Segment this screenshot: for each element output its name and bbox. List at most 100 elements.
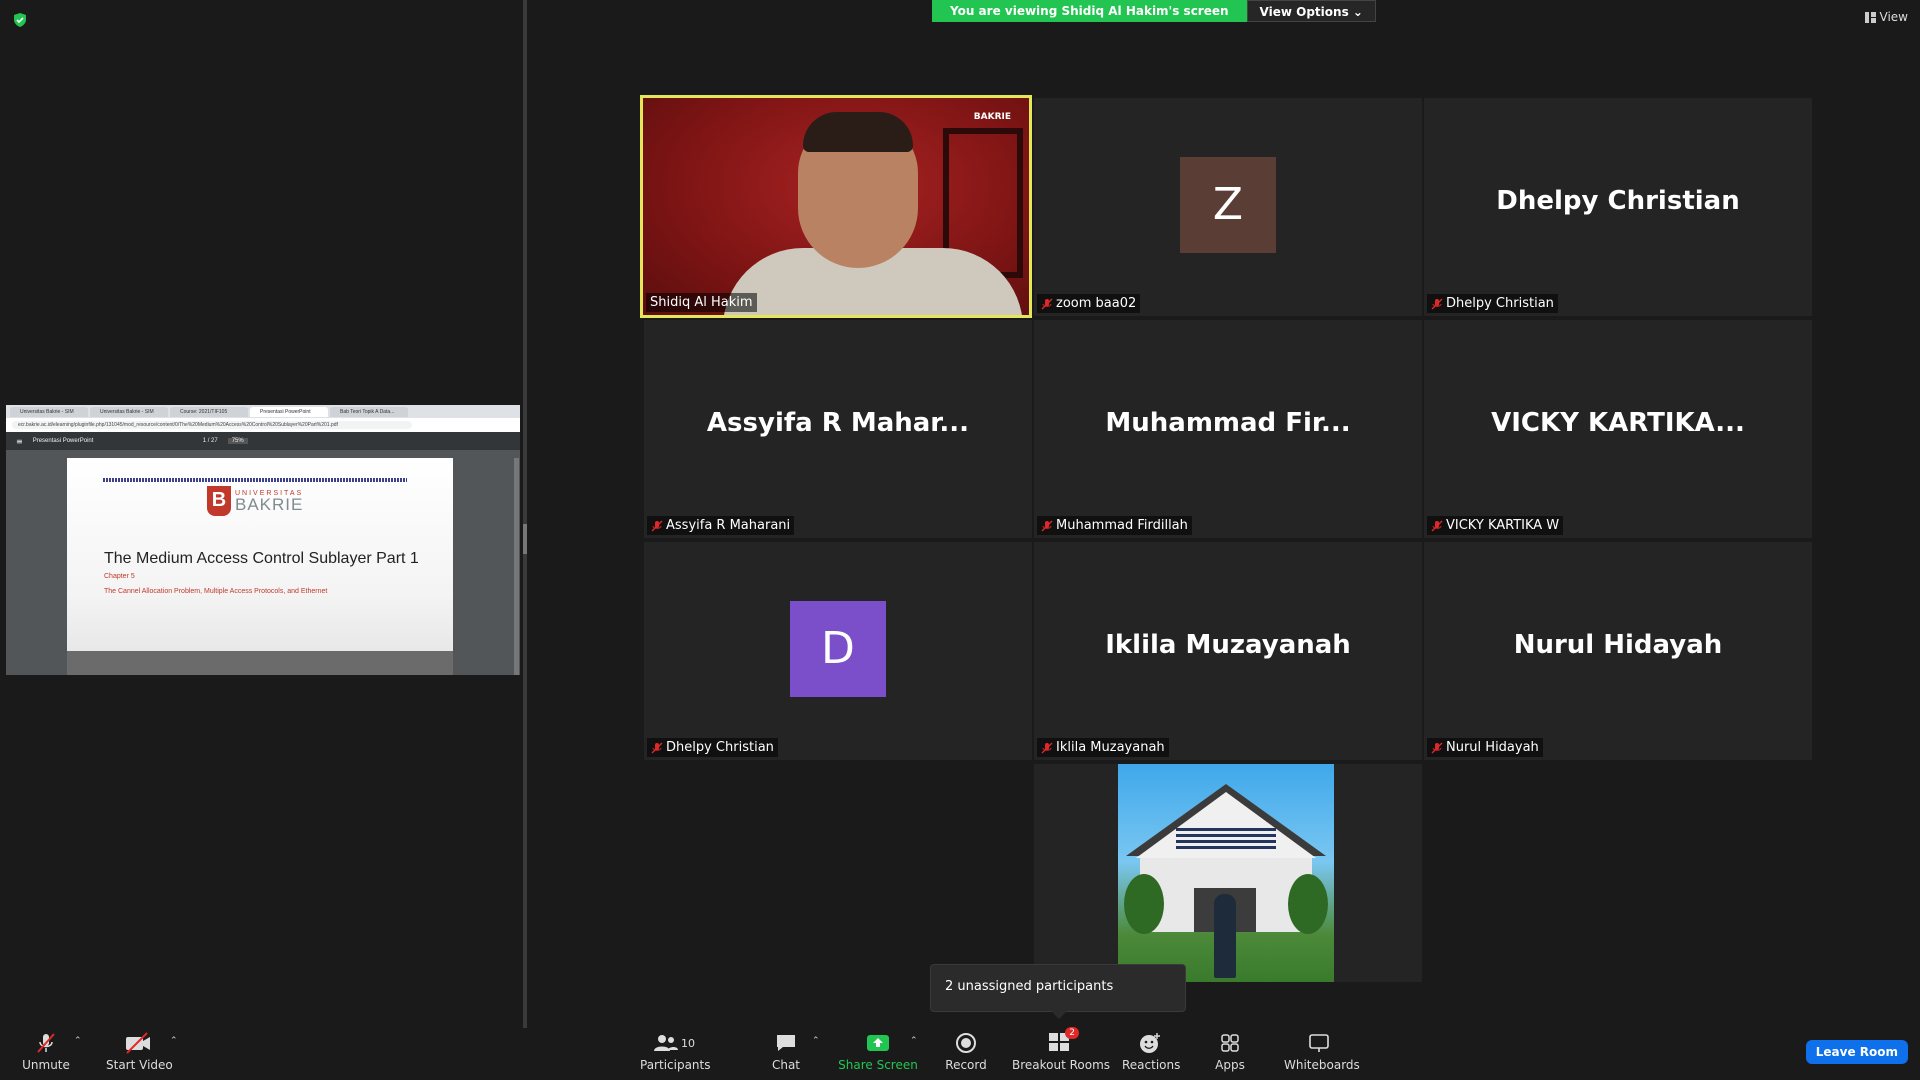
browser-urlbar: ecr.bakrie.ac.id/elearning/pluginfile.ph… xyxy=(6,418,520,432)
participant-display-name: Assyifa R Mahar... xyxy=(706,408,970,438)
url-field[interactable]: ecr.bakrie.ac.id/elearning/pluginfile.ph… xyxy=(12,421,412,429)
split-drag-handle[interactable] xyxy=(523,524,527,554)
participant-name-label: VICKY KARTIKA W xyxy=(1427,516,1564,535)
participant-name: Assyifa R Maharani xyxy=(666,518,791,533)
participant-tile[interactable]: Muhammad Fir... Muhammad Firdillah xyxy=(1034,320,1422,538)
chat-button[interactable]: Chat xyxy=(766,1028,806,1080)
participant-tile[interactable]: Nurul Hidayah Nurul Hidayah xyxy=(1424,542,1812,760)
apps-icon xyxy=(1221,1034,1239,1052)
slide-subtitle: The Cannel Allocation Problem, Multiple … xyxy=(104,588,328,595)
participant-profile-picture xyxy=(1118,764,1334,982)
participants-count: 10 xyxy=(681,1036,695,1050)
menu-icon[interactable]: ≡ xyxy=(16,437,23,446)
participant-name-label: Shidiq Al Hakim xyxy=(646,293,757,312)
participant-video: BAKRIE xyxy=(643,98,1029,315)
record-button[interactable]: Record xyxy=(944,1028,988,1080)
unassigned-participants-popup[interactable]: 2 unassigned participants xyxy=(930,964,1186,1019)
share-screen-button[interactable]: Share Screen xyxy=(838,1028,918,1080)
participant-name: Dhelpy Christian xyxy=(666,740,774,755)
share-options-caret-icon[interactable]: ⌃ xyxy=(910,1036,918,1046)
video-options-caret-icon[interactable]: ⌃ xyxy=(170,1036,178,1046)
participant-tile[interactable]: VICKY KARTIKA... VICKY KARTIKA W xyxy=(1424,320,1812,538)
reactions-button[interactable]: Reactions xyxy=(1122,1028,1181,1080)
browser-tab[interactable]: Bab Teori Topik A Data... xyxy=(330,406,408,417)
participant-display-name: VICKY KARTIKA... xyxy=(1491,408,1745,438)
mic-muted-icon xyxy=(1431,298,1443,309)
browser-tabbar: Universitas Bakrie - SIM Universitas Bak… xyxy=(6,405,520,418)
participant-tile[interactable]: D Dhelpy Christian xyxy=(644,542,1032,760)
browser-tab[interactable]: Universitas Bakrie - SIM xyxy=(10,406,88,417)
record-icon xyxy=(956,1033,976,1053)
leave-room-button[interactable]: Leave Room xyxy=(1805,1040,1908,1064)
participant-name-label: Iklila Muzayanah xyxy=(1037,738,1169,757)
mic-muted-icon xyxy=(1431,742,1443,753)
chat-options-caret-icon[interactable]: ⌃ xyxy=(812,1036,820,1046)
mic-muted-icon xyxy=(1431,520,1443,531)
participant-name: Muhammad Firdillah xyxy=(1056,518,1188,533)
participant-tile[interactable]: Z zoom baa02 xyxy=(1034,98,1422,316)
breakout-rooms-button[interactable]: 2 Breakout Rooms xyxy=(1012,1026,1110,1080)
participant-display-name: Dhelpy Christian xyxy=(1496,186,1740,216)
participant-tile[interactable]: Dhelpy Christian Dhelpy Christian xyxy=(1424,98,1812,316)
view-button-label: View xyxy=(1879,10,1908,24)
audio-options-caret-icon[interactable]: ⌃ xyxy=(74,1036,82,1046)
logo-mark: B xyxy=(207,486,231,516)
participant-avatar: D xyxy=(790,601,886,697)
participant-name: Shidiq Al Hakim xyxy=(650,295,753,310)
pdf-title: Presentasi PowerPoint xyxy=(32,438,94,444)
participant-tile[interactable]: Assyifa R Mahar... Assyifa R Maharani xyxy=(644,320,1032,538)
unmute-button[interactable]: Unmute xyxy=(18,1028,74,1080)
video-off-icon xyxy=(126,1032,150,1054)
zoom-meeting-window: Universitas Bakrie - SIM Universitas Bak… xyxy=(0,0,1920,1080)
mic-muted-icon xyxy=(1041,298,1053,309)
participant-name-label: Assyifa R Maharani xyxy=(647,516,795,535)
split-divider[interactable] xyxy=(523,0,527,1028)
whiteboard-icon xyxy=(1309,1034,1329,1052)
view-button[interactable]: View xyxy=(1864,10,1908,24)
whiteboards-label: Whiteboards xyxy=(1284,1058,1360,1072)
browser-tab[interactable]: Course: 2021/TIF105 xyxy=(170,406,248,417)
university-logo: B UNIVERSITAS BAKRIE xyxy=(207,486,303,516)
record-label: Record xyxy=(945,1058,987,1072)
slide-title: The Medium Access Control Sublayer Part … xyxy=(104,550,419,567)
participant-name: Nurul Hidayah xyxy=(1446,740,1539,755)
share-screen-label: Share Screen xyxy=(838,1058,918,1072)
chat-label: Chat xyxy=(771,1058,801,1072)
next-slide-preview xyxy=(67,651,453,675)
pdf-zoom-level[interactable]: 75% xyxy=(227,438,248,444)
pdf-scrollbar[interactable] xyxy=(514,458,519,675)
slide-chapter: Chapter 5 xyxy=(104,573,135,580)
pdf-toolbar: ≡ Presentasi PowerPoint 1 / 27 75% xyxy=(6,432,520,450)
participant-name-label: Nurul Hidayah xyxy=(1427,738,1543,757)
participant-display-name: Iklila Muzayanah xyxy=(1105,630,1351,660)
browser-tab-active[interactable]: Presentasi PowerPoint xyxy=(250,406,328,417)
browser-tab[interactable]: Universitas Bakrie - SIM xyxy=(90,406,168,417)
participant-tile[interactable]: Iklila Muzayanah Iklila Muzayanah xyxy=(1034,542,1422,760)
participant-display-name: Muhammad Fir... xyxy=(1105,408,1351,438)
mic-muted-icon xyxy=(1041,520,1053,531)
shared-screen-pane: Universitas Bakrie - SIM Universitas Bak… xyxy=(0,0,523,1028)
security-shield-icon[interactable] xyxy=(12,12,28,28)
participant-tile-profile-picture[interactable] xyxy=(1034,764,1422,982)
whiteboards-button[interactable]: Whiteboards xyxy=(1284,1028,1360,1080)
video-background-logo: BAKRIE xyxy=(973,112,1011,122)
start-video-button[interactable]: Start Video xyxy=(106,1028,173,1080)
pdf-page-indicator: 1 / 27 xyxy=(202,438,218,444)
reactions-label: Reactions xyxy=(1122,1058,1181,1072)
view-options-button[interactable]: View Options ⌄ xyxy=(1246,0,1376,22)
logo-text-big: BAKRIE xyxy=(235,494,304,514)
mic-muted-icon xyxy=(651,520,663,531)
participants-button[interactable]: 10 Participants xyxy=(640,1028,711,1080)
participant-name: VICKY KARTIKA W xyxy=(1446,518,1560,533)
apps-button[interactable]: Apps xyxy=(1212,1028,1248,1080)
participant-tile-active-speaker[interactable]: BAKRIE Shidiq Al Hakim xyxy=(640,95,1032,318)
view-options-label: View Options xyxy=(1259,5,1349,19)
mic-muted-icon xyxy=(1041,742,1053,753)
participants-icon xyxy=(654,1035,678,1051)
share-screen-icon xyxy=(867,1035,889,1051)
unmute-label: Unmute xyxy=(22,1058,70,1072)
popup-text: 2 unassigned participants xyxy=(945,979,1114,994)
shared-screen-thumbnail[interactable]: Universitas Bakrie - SIM Universitas Bak… xyxy=(6,405,520,675)
slide-decor-stripe xyxy=(103,478,407,482)
breakout-rooms-badge: 2 xyxy=(1065,1026,1079,1039)
